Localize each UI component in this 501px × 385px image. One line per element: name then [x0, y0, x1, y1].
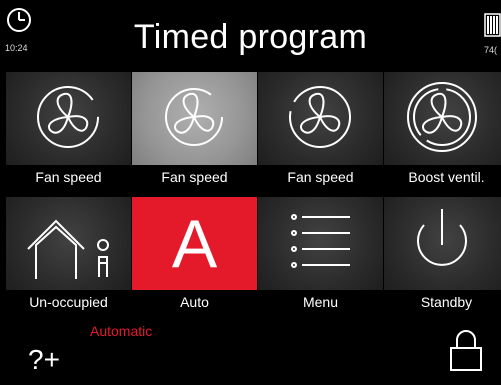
auto-icon: A	[171, 206, 218, 282]
tile-fan-speed-1[interactable]: Fan speed	[6, 72, 131, 199]
tile-label: Fan speed	[287, 169, 354, 185]
tile-unoccupied[interactable]: Un-occupied	[6, 197, 131, 324]
tile-label: Boost ventil.	[408, 169, 485, 185]
battery-icon	[484, 13, 501, 37]
tile-fan-speed-2[interactable]: Fan speed	[132, 72, 257, 199]
tile-standby[interactable]: Standby	[384, 197, 501, 324]
menu-list-icon	[291, 214, 350, 268]
fan-icon	[165, 88, 223, 146]
help-symbol: ?+	[28, 344, 60, 375]
help-plus-icon[interactable]: ?+	[28, 337, 68, 377]
tile-label: Auto	[180, 294, 209, 310]
fan-icon	[289, 86, 351, 148]
page-title: Timed program	[133, 18, 368, 56]
fan-boost-icon	[407, 82, 477, 152]
tile-label: Menu	[302, 294, 339, 310]
tile-label: Standby	[420, 294, 473, 310]
tile-label: Fan speed	[35, 169, 102, 185]
lock-icon[interactable]	[448, 328, 484, 374]
battery-percent: 74(	[484, 45, 498, 55]
tile-label: Fan speed	[161, 169, 228, 185]
fan-icon	[37, 86, 99, 148]
status-text: Automatic	[90, 323, 153, 339]
tile-label: Un-occupied	[29, 294, 108, 310]
tile-auto[interactable]: A Auto	[132, 197, 257, 324]
tile-boost-ventilation[interactable]: Boost ventil.	[384, 72, 501, 199]
tile-fan-speed-3[interactable]: Fan speed	[258, 72, 383, 199]
screen: 10:24 Timed program 74( Fan speed Fan sp…	[0, 0, 501, 385]
power-icon	[417, 209, 467, 266]
tile-menu[interactable]: Menu	[258, 197, 383, 324]
house-person-icon	[27, 219, 109, 279]
